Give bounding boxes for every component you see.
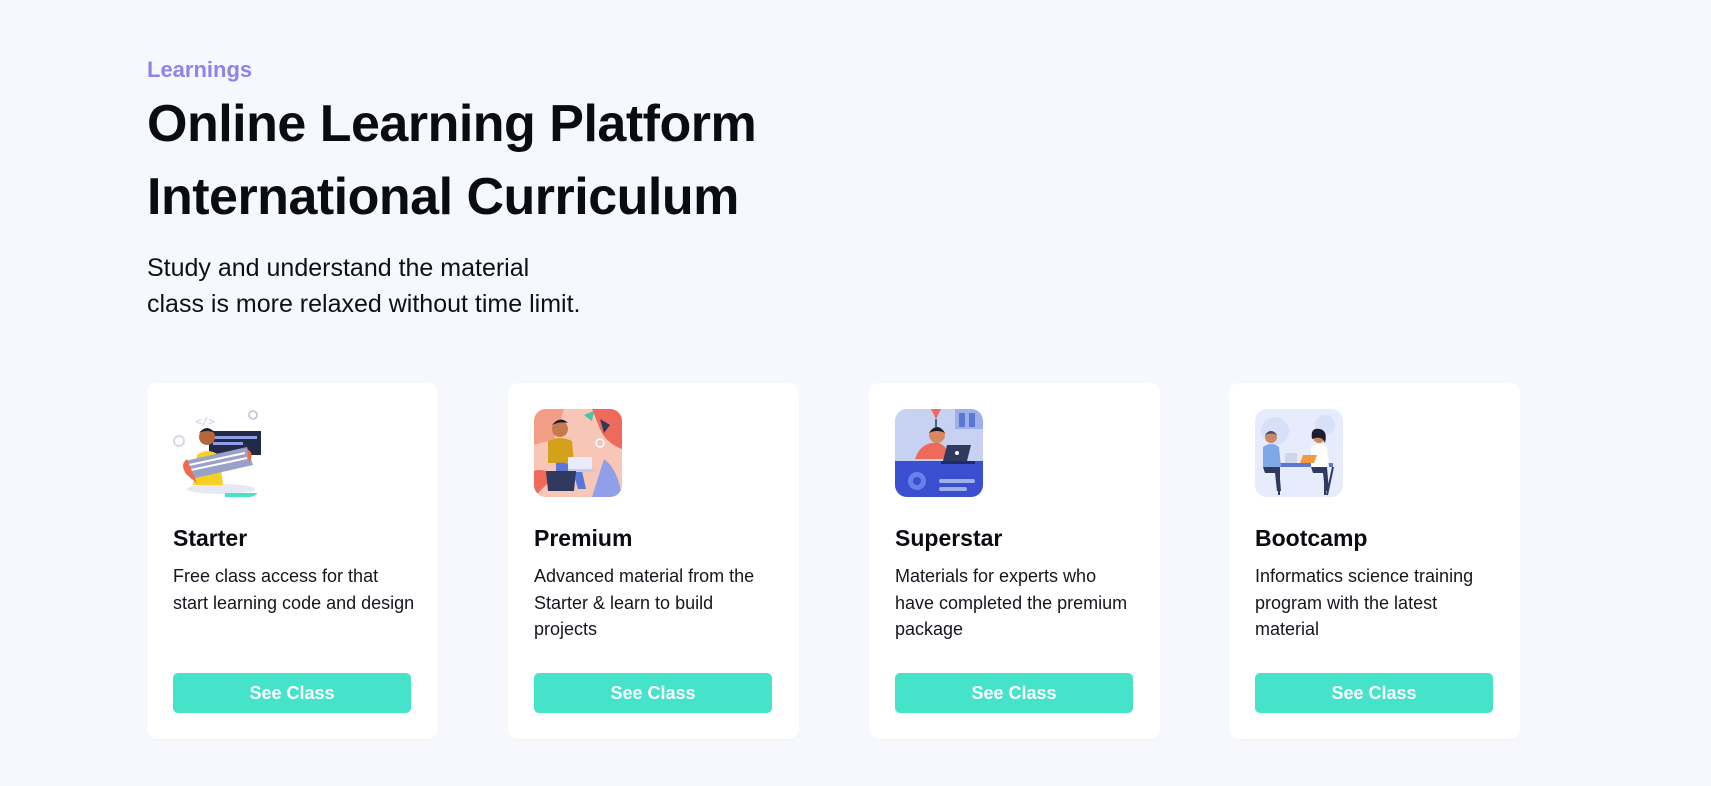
headline-line-1: Online Learning Platform	[147, 95, 757, 153]
person-with-laptop-illustration	[534, 409, 622, 497]
card-description: Free class access for that start learnin…	[173, 566, 415, 613]
class-card-premium: Premium Advanced material from the Start…	[508, 383, 799, 739]
class-card-superstar: Superstar Materials for experts who have…	[869, 383, 1160, 739]
card-title: Starter	[173, 525, 248, 551]
card-description: Advanced material from the Starter & lea…	[534, 566, 755, 639]
see-class-button-premium[interactable]: See Class	[534, 673, 772, 713]
developer-with-keyboard-illustration: </>	[173, 409, 261, 497]
class-card-starter: </> Starter Free class access for that s…	[147, 383, 438, 739]
card-title: Superstar	[895, 525, 1003, 551]
see-class-button-starter[interactable]: See Class	[173, 673, 411, 713]
headline-line-2: International Curriculum	[147, 168, 739, 226]
section-eyebrow: Learnings	[147, 57, 253, 82]
team-meeting-illustration	[1255, 409, 1343, 497]
card-title: Bootcamp	[1255, 525, 1368, 551]
engineer-at-desk-illustration	[895, 409, 983, 497]
card-title: Premium	[534, 525, 633, 551]
see-class-button-bootcamp[interactable]: See Class	[1255, 673, 1493, 713]
svg-text:</>: </>	[195, 415, 215, 428]
class-card-bootcamp: Bootcamp Informatics science training pr…	[1229, 383, 1520, 739]
subtitle-line-1: Study and understand the material	[147, 254, 530, 282]
card-description: Materials for experts who have completed…	[895, 566, 1128, 639]
section-subtitle: Study and understand the material class …	[147, 250, 580, 322]
subtitle-line-2: class is more relaxed without time limit…	[147, 290, 581, 318]
see-class-button-superstar[interactable]: See Class	[895, 673, 1133, 713]
card-description: Informatics science training program wit…	[1255, 566, 1474, 639]
section-headline: Online Learning Platform International C…	[147, 88, 757, 234]
